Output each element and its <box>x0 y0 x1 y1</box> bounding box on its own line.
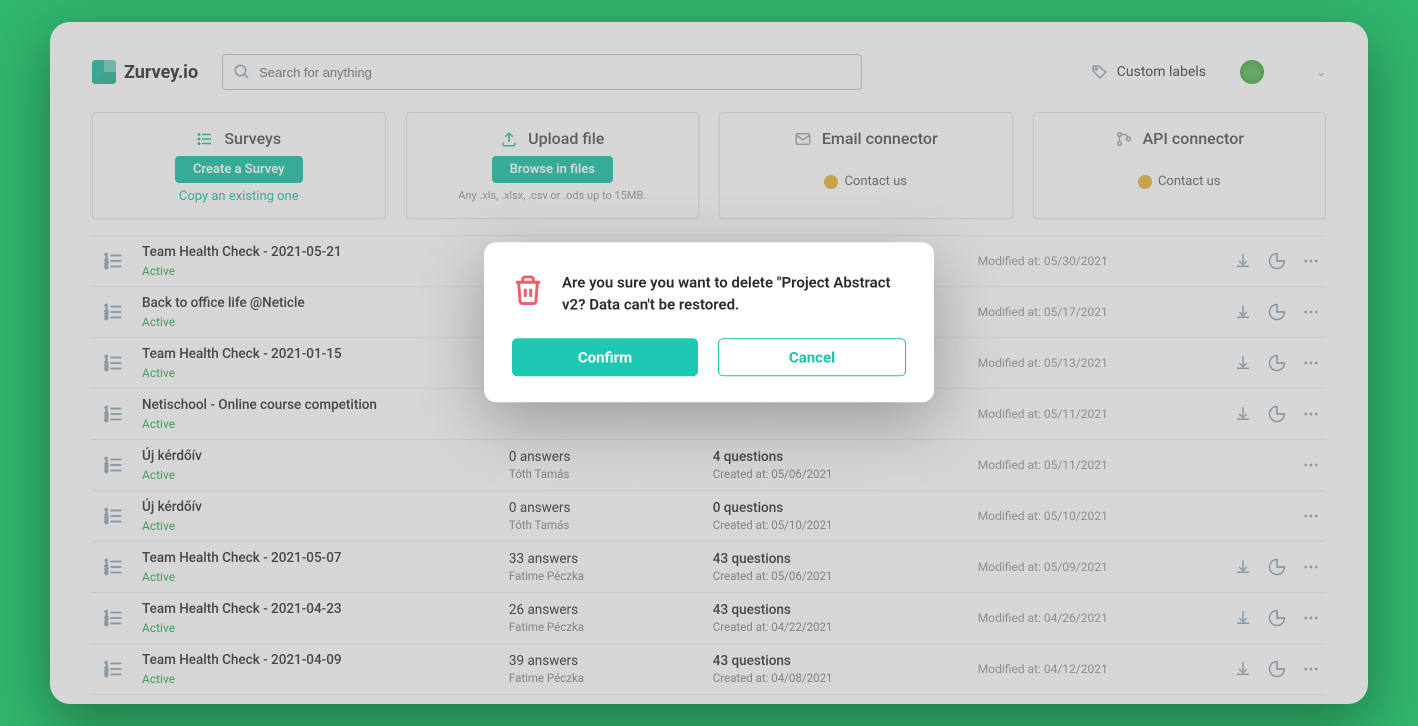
confirm-button[interactable]: Confirm <box>512 338 698 376</box>
app-window: Zurvey.io Custom labels ⌄ <box>50 22 1368 704</box>
cancel-button[interactable]: Cancel <box>718 338 906 376</box>
modal-message: Are you sure you want to delete "Project… <box>562 272 906 316</box>
confirm-delete-modal: Are you sure you want to delete "Project… <box>484 242 934 402</box>
trash-icon <box>512 272 544 312</box>
